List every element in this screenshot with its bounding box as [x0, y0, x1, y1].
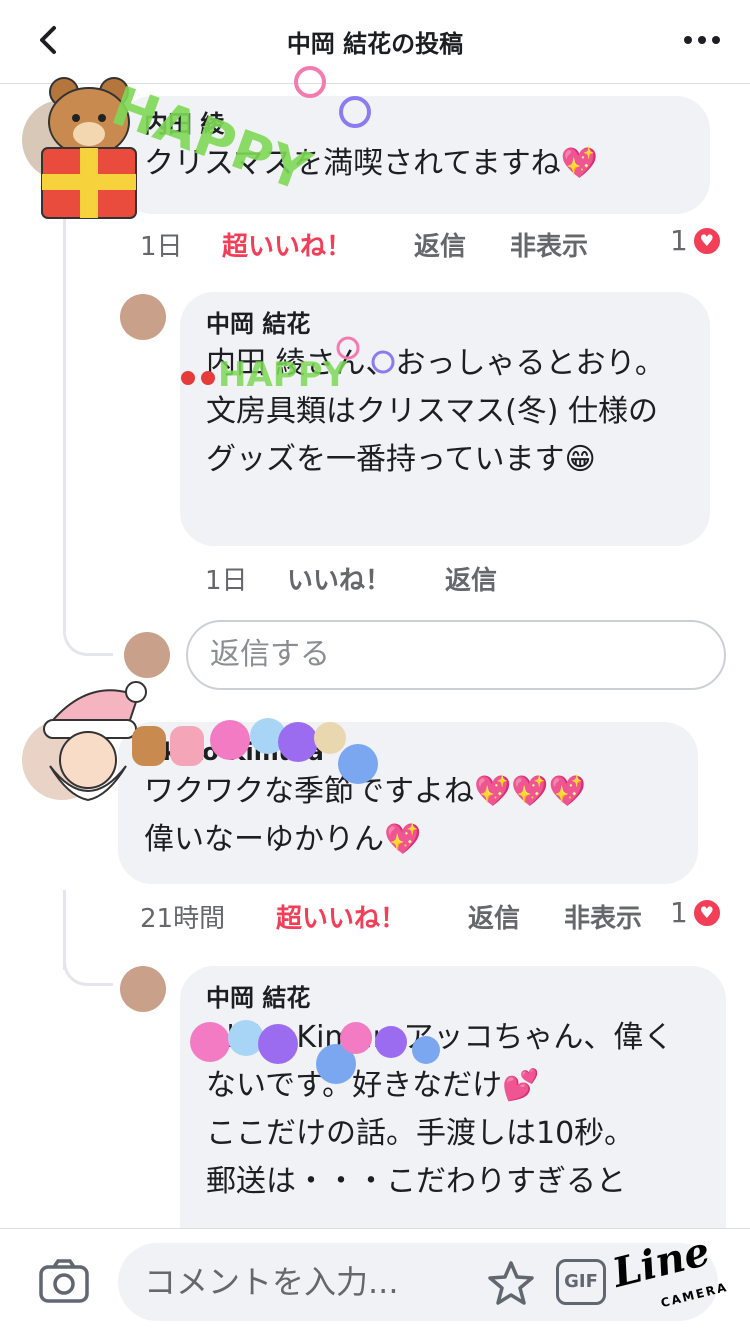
comment-actions: 1日 いいね！ 返信	[205, 560, 705, 600]
reaction-count-value: 1	[670, 896, 688, 929]
comment-bubble: 内田 綾 クリスマスを満喫されてますね💖	[118, 96, 710, 214]
heart-icon: ♥	[691, 225, 722, 256]
comment-text: ワクワクな季節ですよね💖💖💖 偉いなーゆかりん💖	[144, 774, 587, 857]
comment-text: Akiko Kimuraアッコちゃん、偉くないです。好きなだけ💕 ここだけの話。…	[206, 1020, 674, 1199]
thread-elbow	[63, 600, 113, 656]
sticker-icon[interactable]	[486, 1259, 536, 1307]
more-icon[interactable]	[682, 28, 722, 52]
comment-bubble: 中岡 結花 内田 綾さん、おっしゃるとおり。文房具類はクリスマス(冬) 仕様のグ…	[180, 292, 710, 546]
reaction-button[interactable]: 超いいね！	[276, 898, 406, 935]
avatar[interactable]	[22, 100, 102, 180]
top-bar: 中岡 結花の投稿	[0, 0, 750, 84]
avatar[interactable]	[22, 720, 102, 800]
avatar[interactable]	[120, 294, 166, 340]
hide-button[interactable]: 非表示	[564, 898, 642, 935]
comment-time[interactable]: 21時間	[140, 898, 225, 935]
back-icon[interactable]	[30, 22, 66, 58]
comment-time[interactable]: 1日	[140, 226, 183, 263]
hide-button[interactable]: 非表示	[510, 226, 588, 263]
avatar[interactable]	[124, 632, 170, 678]
comment-text: 内田 綾さん、おっしゃるとおり。文房具類はクリスマス(冬) 仕様のグッズを一番持…	[206, 346, 665, 477]
reply-input[interactable]: 返信する	[186, 620, 726, 690]
comment-author[interactable]: 内田 綾	[144, 108, 684, 140]
comment-author[interactable]: 中岡 結花	[206, 982, 700, 1014]
comment-author[interactable]: Akiko Kimura	[144, 736, 672, 768]
like-button[interactable]: いいね！	[287, 560, 391, 597]
thread-elbow	[63, 944, 113, 986]
reply-button[interactable]: 返信	[414, 226, 466, 263]
heart-icon: ♥	[691, 897, 722, 928]
reply-button[interactable]: 返信	[468, 898, 520, 935]
thread-elbow	[63, 260, 113, 316]
reaction-button[interactable]: 超いいね！	[222, 226, 352, 263]
avatar[interactable]	[120, 966, 166, 1012]
page-title: 中岡 結花の投稿	[286, 30, 464, 58]
reaction-count[interactable]: 1 ♥	[670, 896, 722, 929]
gif-icon[interactable]: GIF	[556, 1259, 606, 1305]
comment-text: クリスマスを満喫されてますね💖	[144, 146, 599, 181]
reaction-count-value: 1	[670, 224, 688, 257]
comment-input[interactable]: コメントを入力...	[118, 1243, 718, 1321]
comment-actions: 21時間 超いいね！ 返信 非表示 1 ♥	[140, 896, 740, 938]
comment-author[interactable]: 中岡 結花	[206, 308, 684, 340]
comment-bubble: Akiko Kimura ワクワクな季節ですよね💖💖💖 偉いなーゆかりん💖	[118, 722, 698, 884]
camera-icon[interactable]	[38, 1257, 90, 1305]
reply-button[interactable]: 返信	[445, 560, 497, 597]
comment-time[interactable]: 1日	[205, 560, 248, 597]
comment-composer: コメントを入力... GIF	[0, 1228, 750, 1333]
comment-actions: 1日 超いいね！ 返信 非表示 1 ♥	[140, 224, 740, 266]
comment-bubble: 中岡 結花 Akiko Kimuraアッコちゃん、偉くないです。好きなだけ💕 こ…	[180, 966, 726, 1256]
reaction-count[interactable]: 1 ♥	[670, 224, 722, 257]
